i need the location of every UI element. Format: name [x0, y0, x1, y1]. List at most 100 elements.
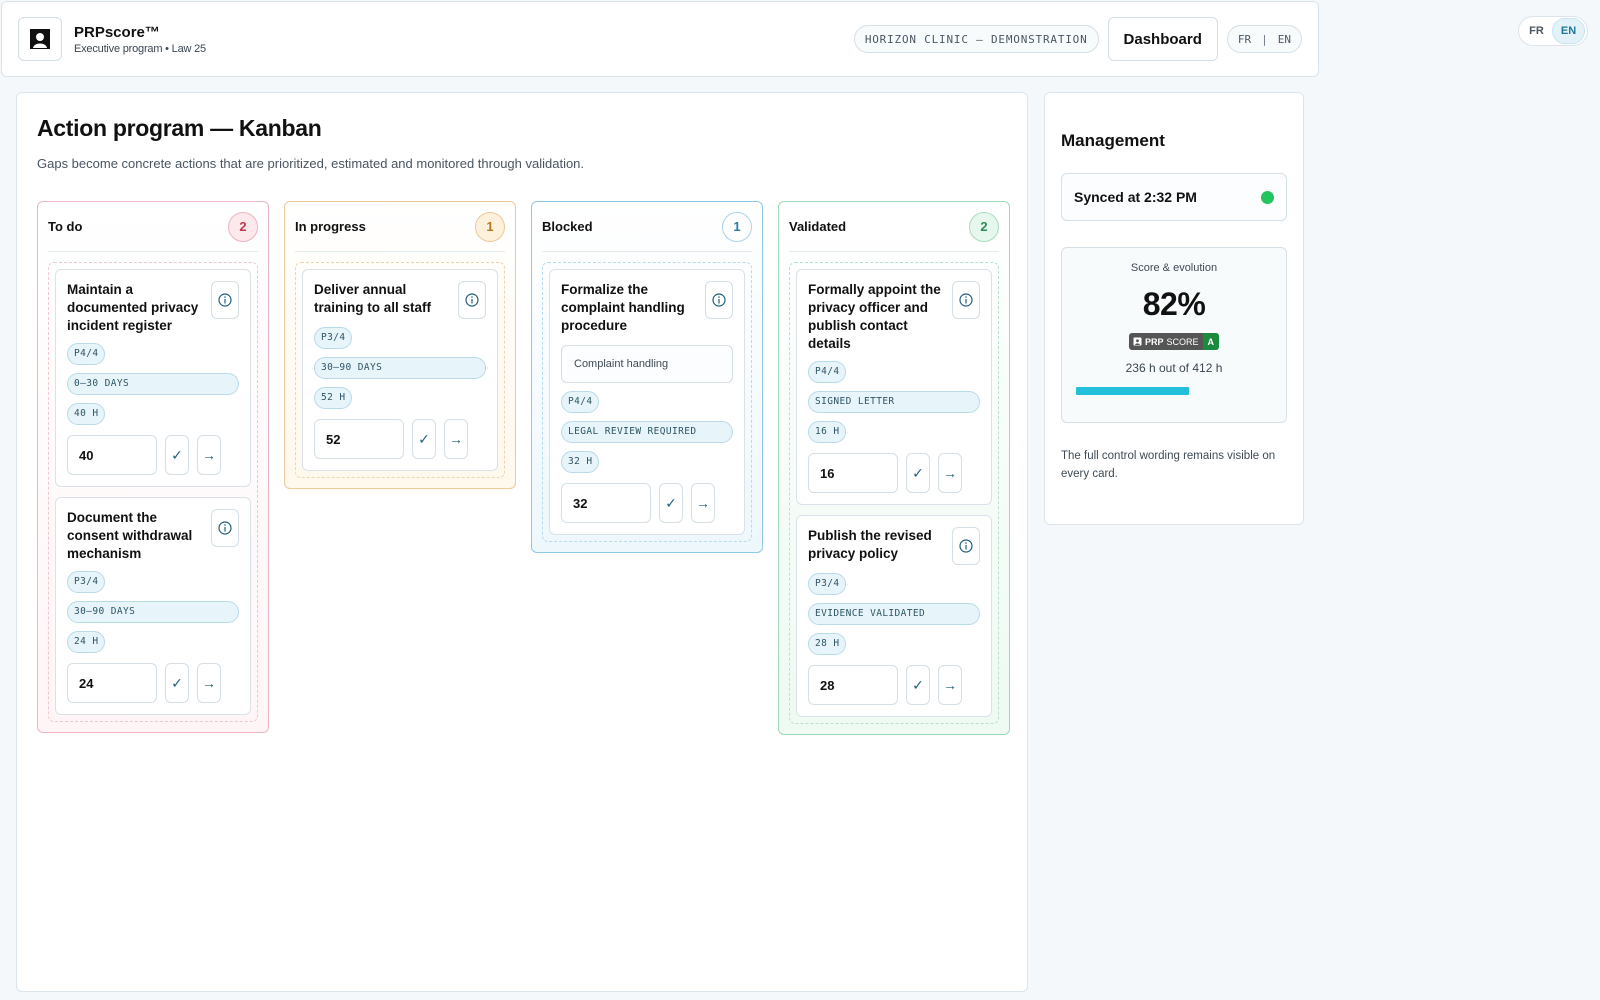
language-toggle: FR | EN — [1226, 25, 1302, 53]
info-button[interactable] — [705, 281, 733, 319]
estimate-chip: 32 H — [561, 451, 600, 473]
priority-chip: P3/4 — [808, 573, 847, 595]
check-icon: ✓ — [171, 446, 183, 463]
management-title: Management — [1061, 131, 1165, 150]
page-subtitle: Gaps become concrete actions that are pr… — [37, 156, 585, 171]
float-lang-fr[interactable]: FR — [1521, 19, 1552, 43]
score-value: 82% — [1142, 286, 1206, 322]
action-card[interactable]: Publish the revised privacy policy P3/4 … — [796, 515, 992, 717]
info-button[interactable] — [458, 281, 486, 319]
drop-zone[interactable]: Formalize the complaint handling procedu… — [542, 262, 752, 542]
lang-en-option[interactable]: EN — [1278, 33, 1291, 46]
estimate-chip: 52 H — [314, 387, 353, 409]
arrow-right-icon: → — [449, 431, 463, 447]
priority-chip: P4/4 — [808, 361, 847, 383]
check-icon: ✓ — [912, 676, 924, 693]
card-title: Deliver annual training to all staff — [314, 282, 432, 315]
check-icon: ✓ — [912, 464, 924, 481]
move-next-button[interactable]: → — [444, 419, 468, 459]
timeline-chip: 0–30 DAYS — [67, 373, 239, 395]
estimate-chip: 28 H — [808, 633, 847, 655]
logo[interactable] — [18, 17, 62, 61]
column-header: Blocked 1 — [542, 202, 752, 252]
info-circle-icon — [218, 521, 232, 535]
validate-button[interactable]: ✓ — [659, 483, 683, 523]
app-header: PRPscore™ Executive program • Law 25 HOR… — [1, 1, 1319, 77]
score-label: Score & evolution — [1130, 262, 1218, 274]
validate-button[interactable]: ✓ — [906, 665, 930, 705]
drop-zone[interactable]: Formally appoint the privacy officer and… — [789, 262, 999, 724]
action-card[interactable]: Formalize the complaint handling procedu… — [549, 269, 745, 535]
check-icon: ✓ — [171, 674, 183, 691]
check-icon: ✓ — [418, 430, 430, 447]
lang-separator: | — [1261, 32, 1268, 46]
sync-status: Synced at 2:32 PM — [1061, 173, 1287, 221]
clinic-badge: HORIZON CLINIC — DEMONSTRATION — [853, 25, 1099, 53]
hours-input[interactable]: 16 — [808, 453, 898, 493]
column-count-badge: 1 — [475, 211, 505, 242]
info-button[interactable] — [211, 281, 239, 319]
move-next-button[interactable]: → — [197, 435, 221, 475]
column-title: In progress — [295, 219, 366, 234]
card-title: Formally appoint the privacy officer and… — [808, 282, 941, 351]
validate-button[interactable]: ✓ — [412, 419, 436, 459]
move-next-button[interactable]: → — [938, 453, 962, 493]
move-next-button[interactable]: → — [691, 483, 715, 523]
hours-input[interactable]: 32 — [561, 483, 651, 523]
brand: PRPscore™ Executive program • Law 25 — [74, 24, 206, 55]
validate-button[interactable]: ✓ — [906, 453, 930, 493]
column-title: Blocked — [542, 219, 593, 234]
kanban-panel: Action program — Kanban Gaps become conc… — [16, 92, 1028, 992]
priority-chip: P3/4 — [67, 571, 106, 593]
card-title: Maintain a documented privacy incident r… — [67, 282, 199, 333]
move-next-button[interactable]: → — [197, 663, 221, 703]
action-card[interactable]: Maintain a documented privacy incident r… — [55, 269, 251, 487]
column-header: To do 2 — [48, 202, 258, 252]
arrow-right-icon: → — [202, 447, 216, 463]
hours-summary: 236 h out of 412 h — [1125, 361, 1223, 375]
hours-input[interactable]: 24 — [67, 663, 157, 703]
brand-name: PRPscore™ — [74, 23, 160, 41]
hours-input[interactable]: 40 — [67, 435, 157, 475]
priority-chip: P4/4 — [67, 343, 106, 365]
dashboard-button[interactable]: Dashboard — [1107, 17, 1218, 61]
action-card[interactable]: Document the consent withdrawal mechanis… — [55, 497, 251, 715]
card-title: Formalize the complaint handling procedu… — [561, 282, 685, 333]
info-circle-icon — [959, 539, 973, 553]
user-silhouette-icon — [30, 29, 50, 49]
info-button[interactable] — [211, 509, 239, 547]
management-panel: Management Synced at 2:32 PM Score & evo… — [1044, 92, 1304, 525]
timeline-chip: 30–90 DAYS — [67, 601, 239, 623]
timeline-chip: LEGAL REVIEW REQUIRED — [561, 421, 733, 443]
action-card[interactable]: Formally appoint the privacy officer and… — [796, 269, 992, 505]
control-domain-field[interactable]: Complaint handling — [561, 345, 733, 383]
float-lang-en[interactable]: EN — [1552, 18, 1585, 44]
hours-input[interactable]: 28 — [808, 665, 898, 705]
priority-chip: P3/4 — [314, 327, 353, 349]
arrow-right-icon: → — [696, 495, 710, 511]
lang-fr-option[interactable]: FR — [1238, 33, 1251, 46]
badge-grade: A — [1202, 333, 1220, 350]
hours-input[interactable]: 52 — [314, 419, 404, 459]
info-button[interactable] — [952, 281, 980, 319]
info-circle-icon — [712, 293, 726, 307]
drop-zone[interactable]: Deliver annual training to all staff P3/… — [295, 262, 505, 478]
move-next-button[interactable]: → — [938, 665, 962, 705]
check-icon: ✓ — [665, 494, 677, 511]
drop-zone[interactable]: Maintain a documented privacy incident r… — [48, 262, 258, 722]
column-title: Validated — [789, 219, 847, 234]
action-card[interactable]: Deliver annual training to all staff P3/… — [302, 269, 498, 471]
validate-button[interactable]: ✓ — [165, 663, 189, 703]
validate-button[interactable]: ✓ — [165, 435, 189, 475]
info-circle-icon — [218, 293, 232, 307]
column-validated: Validated 2 Formally appoint the privacy… — [778, 201, 1010, 735]
brand-subtitle: Executive program • Law 25 — [74, 42, 206, 55]
info-button[interactable] — [952, 527, 980, 565]
column-count-badge: 1 — [722, 211, 752, 242]
management-note: The full control wording remains visible… — [1061, 450, 1276, 480]
timeline-chip: 30–90 DAYS — [314, 357, 486, 379]
column-blocked: Blocked 1 Formalize the complaint handli… — [531, 201, 763, 553]
page-title: Action program — Kanban — [37, 115, 322, 141]
floating-language-switch: FR EN — [1518, 16, 1588, 46]
arrow-right-icon: → — [202, 675, 216, 691]
